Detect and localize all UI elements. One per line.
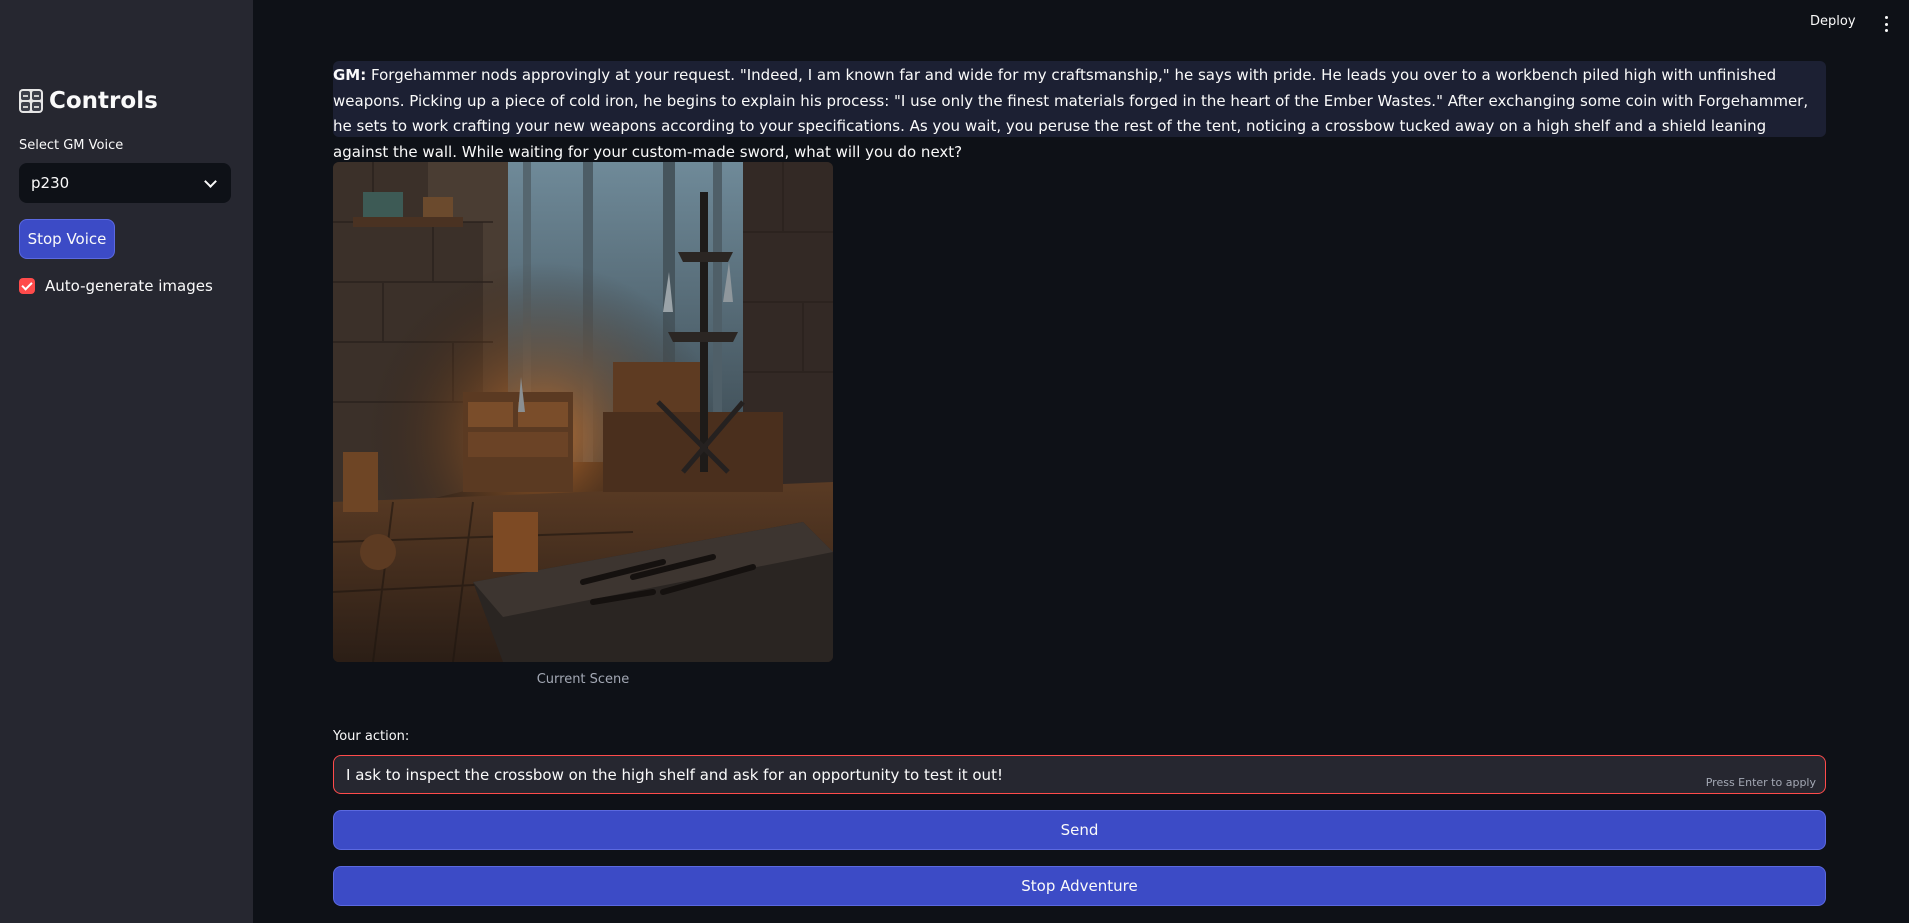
- app-root: Controls Select GM Voice p230 Stop Voice…: [0, 0, 1909, 923]
- action-input-value: I ask to inspect the crossbow on the hig…: [346, 765, 1003, 784]
- voice-select[interactable]: p230: [19, 163, 231, 203]
- control-knobs-icon: [19, 89, 43, 113]
- action-label: Your action:: [333, 729, 410, 744]
- scene-image: [333, 162, 833, 662]
- gm-narration: Forgehammer nods approvingly at your req…: [333, 66, 1809, 161]
- gm-message: GM: Forgehammer nods approvingly at your…: [333, 61, 1826, 161]
- send-button[interactable]: Send: [333, 810, 1826, 850]
- input-hint: Press Enter to apply: [1705, 776, 1816, 789]
- sidebar-title: Controls: [19, 88, 158, 114]
- sidebar: Controls Select GM Voice p230 Stop Voice…: [0, 0, 253, 923]
- auto-generate-label: Auto-generate images: [45, 277, 213, 295]
- checkbox-checked-icon[interactable]: [19, 278, 35, 294]
- sidebar-title-text: Controls: [49, 88, 158, 114]
- deploy-button[interactable]: Deploy: [1810, 14, 1856, 29]
- kebab-menu-icon[interactable]: [1880, 14, 1892, 34]
- gm-prefix: GM:: [333, 66, 367, 84]
- scene-caption: Current Scene: [536, 672, 630, 687]
- voice-select-label: Select GM Voice: [19, 138, 124, 153]
- stop-adventure-button[interactable]: Stop Adventure: [333, 866, 1826, 906]
- voice-select-value: p230: [31, 174, 70, 192]
- action-input[interactable]: I ask to inspect the crossbow on the hig…: [333, 755, 1826, 794]
- auto-generate-toggle[interactable]: Auto-generate images: [19, 277, 213, 295]
- chevron-down-icon: [204, 174, 217, 188]
- stop-voice-button[interactable]: Stop Voice: [19, 219, 115, 259]
